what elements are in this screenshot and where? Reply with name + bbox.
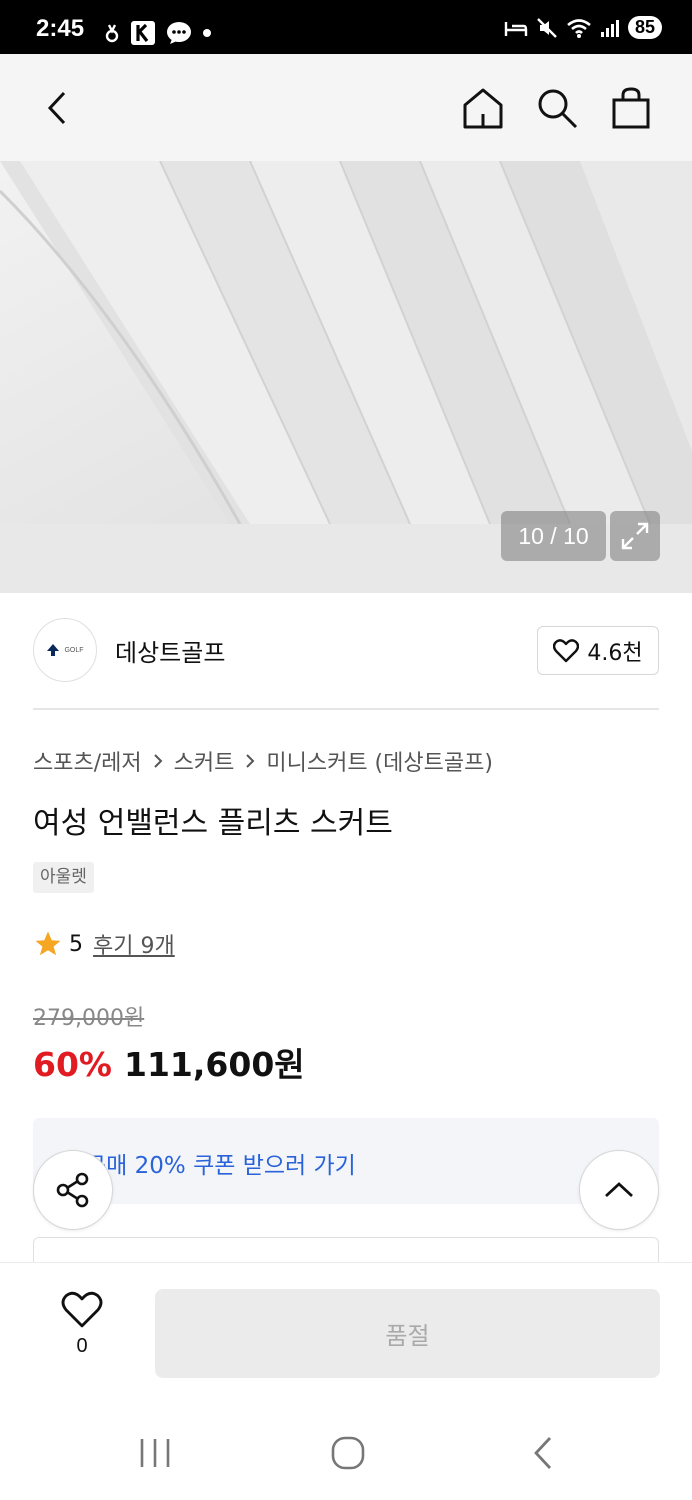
battery-level: 85 [627,16,662,39]
coupon-link[interactable]: 구매 20% 쿠폰 받으러 가기 [85,1146,356,1180]
chevron-right-icon [246,754,255,768]
image-counter: 10 / 10 [501,511,606,561]
brand-logo[interactable]: GOLF [33,618,97,682]
sale-price: 111,600원 [124,1045,305,1084]
outlet-badge: 아울렛 [33,862,94,893]
back-arrow-icon [47,91,66,125]
breadcrumb-item[interactable]: 스포츠/레저 [33,745,142,777]
rating-score: 5 [69,931,83,957]
rating-row: 5 후기 9개 [33,928,175,960]
mute-icon [537,17,557,38]
product-image [0,161,692,524]
reviews-link[interactable]: 후기 9개 [93,928,175,960]
search-button[interactable] [533,84,581,132]
brand-like-count: 4.6천 [587,640,643,666]
system-navigation-bar [0,1400,692,1500]
home-circle-icon [331,1436,365,1470]
signal-icon [600,19,619,37]
wifi-icon [567,18,591,38]
status-time: 2:45 [36,15,85,42]
search-icon [538,89,578,129]
expand-image-button[interactable] [610,511,660,561]
home-system-button[interactable] [318,1428,378,1478]
status-bar: 2:45 85 [0,0,692,54]
scroll-top-button[interactable] [579,1150,659,1230]
system-back-button[interactable] [513,1428,573,1478]
system-icons: 85 [504,16,662,39]
discount-rate: 60% [33,1045,112,1084]
recent-apps-button[interactable] [125,1428,185,1478]
home-icon [463,88,503,129]
brand-logo-text: GOLF [64,646,84,654]
back-button[interactable] [34,84,82,132]
dot-icon [203,29,211,37]
heart-icon [553,638,580,662]
cart-button[interactable] [607,84,655,132]
recent-apps-icon [140,1439,170,1467]
original-price: 279,000원 [33,1006,145,1031]
star-icon [35,931,61,956]
brand-name[interactable]: 데상트골프 [115,633,225,668]
coupon-banner[interactable]: 구매 20% 쿠폰 받으러 가기 [33,1118,659,1204]
purchase-bar: 0 품절 [0,1262,692,1400]
divider [33,708,659,710]
sold-out-button[interactable]: 품절 [155,1289,660,1378]
product-image-gallery[interactable]: 10 / 10 [0,161,692,593]
sleep-icon [504,21,528,36]
wishlist-count: 0 [76,1335,88,1357]
brand-logo-mark-icon [47,644,60,656]
heart-icon [61,1291,103,1328]
product-title: 여성 언밸런스 플리츠 스커트 [33,806,393,841]
notification-app-icon [105,24,119,43]
share-icon [56,1172,89,1208]
notification-icons [104,20,212,46]
breadcrumb: 스포츠/레저 스커트 미니스커트 (데상트골프) [33,745,493,777]
chevron-right-icon [153,754,163,768]
top-header [0,54,692,161]
chevron-up-icon [605,1182,633,1198]
breadcrumb-item[interactable]: 미니스커트 (데상트골프) [266,745,493,777]
share-button[interactable] [33,1150,113,1230]
price-row: 60% 111,600원 [33,1038,305,1086]
k-app-icon [131,21,155,45]
wishlist-button[interactable]: 0 [42,1291,122,1371]
back-chevron-icon [534,1437,552,1469]
chat-icon [167,22,191,44]
home-button[interactable] [459,84,507,132]
expand-icon [621,522,649,550]
brand-like-button[interactable]: 4.6천 [537,626,659,675]
breadcrumb-item[interactable]: 스커트 [174,745,235,777]
shopping-bag-icon [612,87,650,129]
